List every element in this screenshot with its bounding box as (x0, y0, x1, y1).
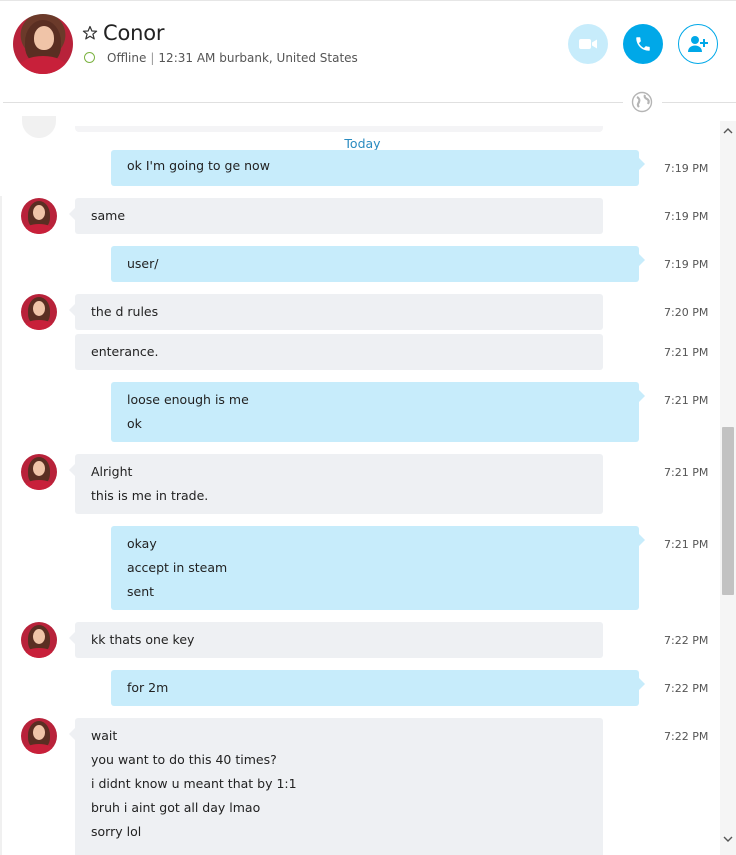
message-time: 7:21 PM (664, 394, 709, 407)
contact-message-avatar[interactable] (21, 718, 57, 754)
message-text: user/ (127, 256, 159, 271)
message-text: wait (91, 728, 118, 743)
add-people-button[interactable] (678, 24, 718, 64)
local-time: 12:31 AM (158, 51, 216, 65)
incoming-message[interactable]: same (69, 198, 603, 234)
message-text: same (91, 208, 126, 223)
video-camera-icon (579, 39, 597, 49)
outgoing-message[interactable]: user/ (111, 246, 645, 282)
message-text: for 2m (127, 680, 169, 695)
message-text: this is me in trade. (91, 488, 209, 503)
conversation-header: Conor Offline | 12:31 AM burbank, United S… (0, 0, 736, 103)
message-text: sent (127, 584, 155, 599)
favorite-star-icon[interactable] (82, 25, 98, 41)
message-time: 7:22 PM (664, 730, 709, 743)
message-time: 7:19 PM (664, 258, 709, 271)
video-call-button[interactable] (568, 24, 608, 64)
message-time: 7:22 PM (664, 682, 709, 695)
message-text: enterance. (91, 344, 159, 359)
outgoing-message[interactable]: okay accept in steam sent (111, 526, 645, 610)
contact-message-avatar[interactable] (21, 294, 57, 330)
incoming-message[interactable]: kk thats one key (69, 622, 603, 658)
message-text: kk thats one key (91, 632, 195, 647)
contact-location: burbank, United States (219, 51, 358, 65)
add-person-icon (688, 36, 708, 52)
day-separator: Today (344, 136, 381, 151)
contact-message-avatar[interactable] (21, 454, 57, 490)
scrollbar-thumb[interactable] (722, 427, 734, 595)
message-time: 7:20 PM (664, 306, 709, 319)
outgoing-message[interactable]: ok I'm going to ge now (111, 150, 645, 186)
contact-name[interactable]: Conor (103, 21, 165, 45)
outgoing-message[interactable]: loose enough is me ok (111, 382, 645, 442)
message-text: the d rules (91, 304, 159, 319)
message-text: okay (127, 536, 157, 551)
message-text: you want to do this 40 times? (91, 752, 277, 767)
header-divider-right (662, 102, 736, 103)
outgoing-message[interactable]: for 2m (111, 670, 645, 706)
contact-message-avatar[interactable] (21, 198, 57, 234)
message-time: 7:19 PM (664, 210, 709, 223)
presence-text: Offline (107, 51, 147, 65)
presence-status-icon (84, 52, 95, 63)
header-divider (3, 102, 623, 103)
message-text: bruh i aint got all day lmao (91, 800, 261, 815)
message-time: 7:19 PM (664, 162, 709, 175)
partial-message (75, 126, 603, 132)
message-time: 7:21 PM (664, 538, 709, 551)
scroll-up-arrow-icon[interactable] (720, 125, 736, 137)
message-time: 7:21 PM (664, 466, 709, 479)
message-text: accept in steam (127, 560, 228, 575)
window-edge (0, 196, 2, 855)
scroll-down-arrow-icon[interactable] (720, 833, 736, 845)
phone-icon (636, 37, 650, 51)
incoming-message[interactable]: enterance. (75, 334, 603, 370)
message-text: i didnt know u meant that by 1:1 (91, 776, 297, 791)
message-text: loose enough is me (127, 392, 249, 407)
contact-message-avatar[interactable] (21, 622, 57, 658)
message-list[interactable]: Today ok I'm going to ge now 7:19 PM sam… (0, 104, 720, 855)
incoming-message[interactable]: Alright this is me in trade. (69, 454, 603, 514)
message-text: ok (127, 416, 142, 431)
message-text: Alright (91, 464, 133, 479)
audio-call-button[interactable] (623, 24, 663, 64)
partial-avatar (22, 116, 56, 138)
vertical-scrollbar[interactable] (720, 121, 736, 855)
incoming-message[interactable]: wait you want to do this 40 times? i did… (69, 718, 603, 855)
contact-status-line: Offline | 12:31 AM burbank, United States (107, 51, 358, 65)
message-time: 7:21 PM (664, 346, 709, 359)
incoming-message[interactable]: the d rules (69, 294, 603, 330)
message-text: sorry lol (91, 824, 142, 839)
message-time: 7:22 PM (664, 634, 709, 647)
contact-avatar[interactable] (13, 14, 73, 74)
message-text: ok I'm going to ge now (127, 158, 270, 173)
